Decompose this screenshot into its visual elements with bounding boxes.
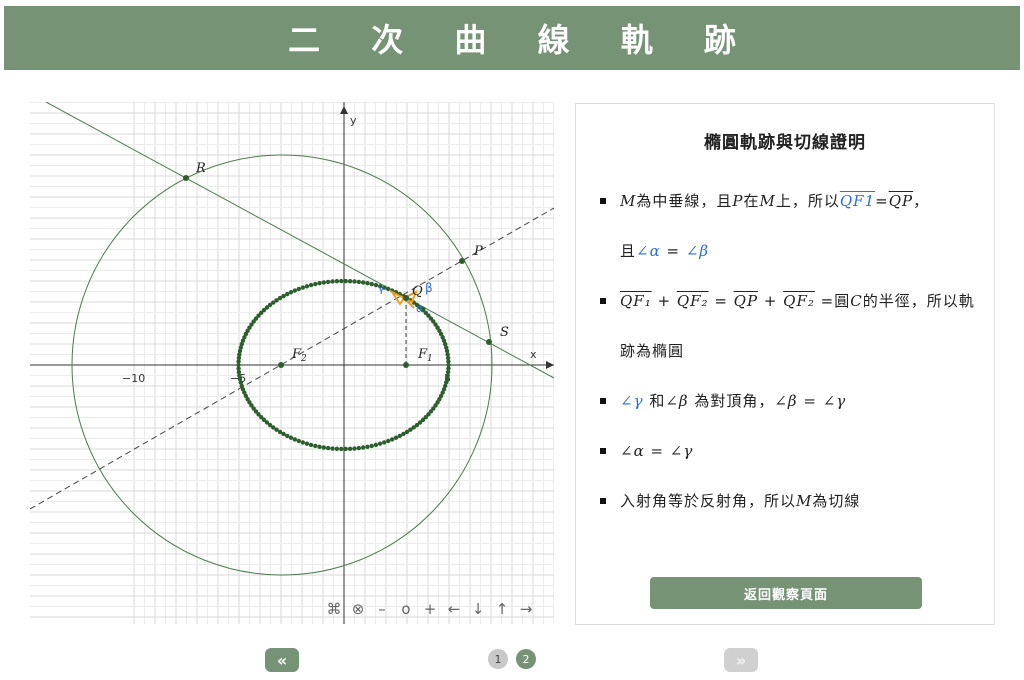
label-beta: β (425, 281, 433, 295)
label-q: Q (412, 284, 423, 299)
graph-toolbar: ⌘ ⊗ – o + ← ↓ ↑ → (322, 600, 538, 618)
proof-panel: 橢圓軌跡與切線證明 M為中垂線，且P在M上，所以QF1=QP， 且∠α = ∠β… (575, 103, 995, 625)
proof-item: ∠γ 和∠β 為對頂角，∠β = ∠γ (598, 376, 978, 426)
ellipse-trace-dot (300, 440, 306, 445)
label-gamma: γ (378, 282, 385, 295)
label-r: R (195, 161, 206, 176)
ellipse-trace-dot (393, 435, 399, 440)
proof-list: M為中垂線，且P在M上，所以QF1=QP， 且∠α = ∠β QF₁ + QF₂… (598, 176, 978, 526)
label-s: S (500, 325, 509, 340)
label-f1: F1 (417, 347, 433, 364)
point-f2[interactable] (278, 362, 284, 368)
ellipse-trace-dot (343, 446, 348, 452)
ellipse-trace-dot (292, 288, 298, 293)
page-dot-1[interactable]: 1 (488, 649, 508, 669)
ellipse-trace-dot (296, 286, 301, 292)
proof-item: M為中垂線，且P在M上，所以QF1=QP， 且∠α = ∠β (598, 176, 978, 276)
point-q[interactable] (403, 295, 409, 301)
x-axis-label: x (530, 348, 537, 361)
point-f1[interactable] (403, 362, 409, 368)
ellipse-trace-dot (339, 446, 344, 452)
graph-canvas[interactable]: x y −10 −5 5 R P S Q β α γ F1 (30, 102, 554, 624)
ellipse-trace-dot (285, 291, 290, 297)
toolbar-reset-icon[interactable]: ⊗ (346, 600, 370, 618)
tangent-line-m[interactable] (45, 102, 554, 379)
ellipse-trace-dot (330, 279, 335, 284)
label-p: P (473, 244, 483, 259)
toolbar-zoom-out-icon[interactable]: – (370, 600, 394, 618)
ellipse-trace-dot (292, 437, 298, 442)
point-r[interactable] (183, 175, 189, 181)
ellipse-trace-dot (365, 281, 370, 286)
point-s[interactable] (486, 339, 492, 345)
ellipse-trace-dot (304, 284, 310, 289)
ellipse-trace-dot (334, 278, 340, 284)
ellipse-trace-dot (304, 441, 310, 446)
page-dot-2[interactable]: 2 (516, 649, 536, 669)
ellipse-trace-dot (356, 279, 362, 285)
y-axis-label: y (350, 114, 357, 127)
ellipse-trace-dot (321, 280, 327, 285)
point-p[interactable] (459, 258, 465, 264)
ellipse-trace-dot (325, 445, 331, 451)
grid (30, 102, 554, 624)
ellipse-trace-dot (386, 286, 391, 292)
ellipse-trace-dot (360, 280, 366, 285)
toolbar-up-arrow-icon[interactable]: ↑ (490, 600, 514, 618)
proof-item: QF₁ + QF₂ = QP + QF₂ =圓C的半徑，所以軌 跡為橢圓 (598, 276, 978, 376)
ellipse-trace-dot (369, 443, 374, 449)
prev-page-button[interactable]: « (265, 648, 299, 672)
toolbar-home-icon[interactable]: o (394, 600, 418, 618)
ellipse-trace-dot (317, 444, 322, 449)
ellipse-trace-dot (308, 442, 314, 448)
ellipse-trace-dot (325, 279, 331, 285)
proof-item: 入射角等於反射角，所以M為切線 (598, 476, 978, 526)
next-page-button[interactable]: » (724, 648, 758, 672)
label-alpha: α (416, 302, 423, 315)
ellipse-trace-dot (397, 433, 402, 439)
ellipse-trace-dot (288, 290, 294, 295)
ellipse-trace-dot (308, 282, 314, 288)
proof-item: ∠α = ∠γ (598, 426, 978, 476)
x-axis-arrow (546, 361, 554, 369)
toolbar-command-icon[interactable]: ⌘ (322, 600, 346, 618)
ellipse-trace-dot (321, 445, 327, 450)
ellipse-trace-dot (300, 285, 306, 290)
ellipse-trace-dot (347, 446, 353, 452)
tick-label-neg10: −10 (122, 372, 145, 385)
ellipse-trace-dot (377, 441, 383, 446)
ellipse-trace-dot (373, 442, 379, 448)
toolbar-left-arrow-icon[interactable]: ← (442, 600, 466, 618)
toolbar-right-arrow-icon[interactable]: → (514, 600, 538, 618)
ellipse-trace-dot (352, 279, 357, 284)
ellipse-trace-dot (334, 446, 340, 452)
ellipse-trace-dot (347, 278, 353, 284)
ellipse-trace-dot (360, 445, 366, 450)
ellipse-trace-dot (386, 438, 391, 444)
toolbar-zoom-in-icon[interactable]: + (418, 600, 442, 618)
proof-title: 橢圓軌跡與切線證明 (704, 133, 866, 153)
graph-view[interactable]: x y −10 −5 5 R P S Q β α γ F1 (30, 102, 554, 624)
ellipse-trace-dot (365, 444, 370, 449)
ellipse-trace-dot (339, 278, 344, 284)
ellipse-trace-dot (313, 281, 318, 287)
ellipse-trace-dot (446, 359, 451, 364)
ellipse-trace-dot (317, 281, 322, 286)
ellipse-trace-dot (343, 278, 348, 284)
page-title: 二 次 曲 線 軌 跡 (288, 21, 756, 59)
ellipse-trace-dot (296, 438, 301, 444)
ellipse-trace-dot (288, 435, 294, 440)
ellipse-trace-dot (381, 440, 387, 445)
ellipse-trace-dot (352, 446, 357, 451)
back-to-observe-button[interactable]: 返回觀察頁面 (650, 577, 922, 609)
ellipse-trace-dot (356, 445, 362, 451)
ellipse-trace-dot (389, 437, 395, 442)
ellipse-trace-dot (330, 446, 335, 451)
label-f2: F2 (291, 347, 307, 364)
ellipse-trace-dot (369, 281, 374, 287)
ellipse-trace-dot (313, 443, 318, 449)
page-header: 二 次 曲 線 軌 跡 (4, 6, 1020, 70)
toolbar-down-arrow-icon[interactable]: ↓ (466, 600, 490, 618)
y-axis-arrow (340, 106, 348, 114)
